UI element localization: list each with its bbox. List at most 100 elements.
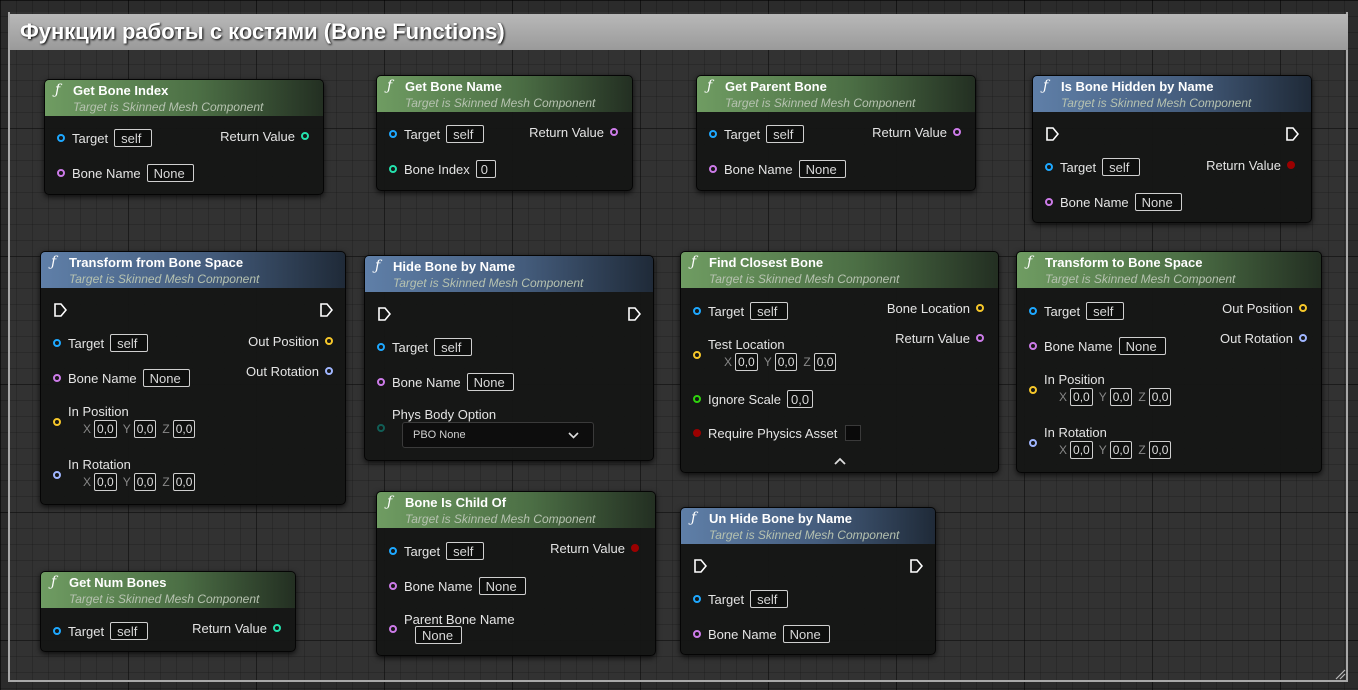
return-value-pin-row[interactable]: Return Value: [192, 617, 281, 639]
parent-bone-name-pin[interactable]: [389, 625, 397, 633]
bone-name-pin[interactable]: [693, 630, 701, 638]
require-physics-asset-pin[interactable]: [693, 429, 701, 437]
comment-title[interactable]: Функции работы с костями (Bone Functions…: [10, 14, 1348, 50]
bone-name-pin[interactable]: [53, 374, 61, 382]
target-field[interactable]: self: [446, 125, 485, 143]
in-position-pin[interactable]: [1029, 386, 1037, 394]
target-pin[interactable]: [53, 339, 61, 347]
out-rotation-pin-row[interactable]: Out Rotation: [246, 360, 333, 382]
return-value-pin[interactable]: [1287, 161, 1295, 169]
bone-name-pin[interactable]: [1029, 342, 1037, 350]
out-position-pin-row[interactable]: Out Position: [1222, 297, 1307, 319]
out-rotation-pin-row[interactable]: Out Rotation: [1220, 327, 1307, 349]
bone-name-pin-row[interactable]: Bone Name None: [693, 623, 830, 645]
return-value-pin[interactable]: [953, 128, 961, 136]
out-rotation-pin[interactable]: [1299, 334, 1307, 342]
target-field[interactable]: self: [750, 302, 789, 320]
out-position-pin[interactable]: [1299, 304, 1307, 312]
node-find-closest-bone[interactable]: ƒ Find Closest Bone Target is Skinned Me…: [680, 251, 999, 473]
target-pin-row[interactable]: Target self: [693, 588, 789, 610]
target-pin[interactable]: [389, 130, 397, 138]
bone-name-pin-row[interactable]: Bone Name None: [389, 575, 526, 597]
ignore-scale-pin[interactable]: [693, 395, 701, 403]
bone-name-pin-row[interactable]: Bone Name None: [1029, 335, 1166, 357]
target-field[interactable]: self: [766, 125, 805, 143]
in-position-pin[interactable]: [53, 418, 61, 426]
in-rotation-x-field[interactable]: 0,0: [1070, 441, 1093, 459]
bone-name-field[interactable]: None: [798, 160, 846, 178]
in-position-y-field[interactable]: 0,0: [1109, 388, 1133, 406]
return-value-pin-row[interactable]: Return Value: [895, 327, 984, 349]
bone-index-pin-row[interactable]: Bone Index 0: [389, 158, 496, 180]
node-get-parent-bone[interactable]: ƒ Get Parent Bone Target is Skinned Mesh…: [696, 75, 976, 191]
target-field[interactable]: self: [1102, 158, 1141, 176]
require-physics-asset-pin-row[interactable]: Require Physics Asset: [693, 422, 862, 444]
node-get-num-bones[interactable]: ƒ Get Num Bones Target is Skinned Mesh C…: [40, 571, 296, 652]
in-rotation-pin[interactable]: [1029, 439, 1037, 447]
target-field[interactable]: self: [446, 542, 485, 560]
target-field[interactable]: self: [110, 622, 149, 640]
bone-location-pin-row[interactable]: Bone Location: [887, 297, 984, 319]
blueprint-graph[interactable]: Функции работы с костями (Bone Functions…: [0, 0, 1358, 690]
return-value-pin-row[interactable]: Return Value: [1206, 154, 1295, 176]
bone-index-pin[interactable]: [389, 165, 397, 173]
exec-in-pin-icon[interactable]: [1045, 126, 1059, 142]
test-location-y-field[interactable]: 0,0: [774, 353, 798, 371]
in-position-y-field[interactable]: 0,0: [133, 420, 157, 438]
target-pin[interactable]: [1029, 307, 1037, 315]
target-pin[interactable]: [1045, 163, 1053, 171]
in-rotation-z-field[interactable]: 0,0: [1148, 441, 1172, 459]
in-position-x-field[interactable]: 0,0: [1070, 388, 1093, 406]
return-value-pin[interactable]: [976, 334, 984, 342]
chevron-up-icon[interactable]: [834, 457, 846, 465]
return-value-pin[interactable]: [301, 132, 309, 140]
in-rotation-y-field[interactable]: 0,0: [133, 473, 157, 491]
bone-name-pin-row[interactable]: Bone Name None: [57, 162, 194, 184]
target-field[interactable]: self: [114, 129, 153, 147]
out-position-pin[interactable]: [325, 337, 333, 345]
target-pin-row[interactable]: Target self: [53, 332, 149, 354]
parent-bone-name-field[interactable]: None: [415, 626, 462, 644]
return-value-pin-row[interactable]: Return Value: [550, 537, 639, 559]
target-pin[interactable]: [693, 595, 701, 603]
ignore-scale-pin-row[interactable]: Ignore Scale 0,0: [693, 388, 814, 410]
target-field[interactable]: self: [750, 590, 789, 608]
target-pin-row[interactable]: Target self: [389, 123, 485, 145]
node-get-bone-index[interactable]: ƒ Get Bone Index Target is Skinned Mesh …: [44, 79, 324, 195]
bone-index-field[interactable]: 0: [475, 160, 496, 178]
out-position-pin-row[interactable]: Out Position: [248, 330, 333, 352]
in-rotation-x-field[interactable]: 0,0: [94, 473, 117, 491]
in-position-x-field[interactable]: 0,0: [94, 420, 117, 438]
test-location-x-field[interactable]: 0,0: [735, 353, 758, 371]
bone-name-field[interactable]: None: [1118, 337, 1166, 355]
bone-name-field[interactable]: None: [1134, 193, 1182, 211]
bone-name-pin-row[interactable]: Bone Name None: [53, 367, 190, 389]
ignore-scale-field[interactable]: 0,0: [787, 390, 814, 408]
target-pin-row[interactable]: Target self: [53, 620, 149, 642]
bone-name-pin[interactable]: [389, 582, 397, 590]
exec-out-pin-icon[interactable]: [1285, 126, 1299, 142]
bone-name-pin-row[interactable]: Bone Name None: [709, 158, 846, 180]
node-transform-to-bone-space[interactable]: ƒ Transform to Bone Space Target is Skin…: [1016, 251, 1322, 473]
target-pin-row[interactable]: Target self: [1029, 300, 1125, 322]
bone-name-pin[interactable]: [57, 169, 65, 177]
target-pin-row[interactable]: Target self: [693, 300, 789, 322]
target-pin-row[interactable]: Target self: [709, 123, 805, 145]
target-pin[interactable]: [57, 134, 65, 142]
exec-out-pin-icon[interactable]: [909, 558, 923, 574]
in-position-z-field[interactable]: 0,0: [1148, 388, 1172, 406]
bone-name-pin[interactable]: [377, 378, 385, 386]
node-is-bone-hidden-by-name[interactable]: ƒ Is Bone Hidden by Name Target is Skinn…: [1032, 75, 1312, 223]
target-field[interactable]: self: [110, 334, 149, 352]
target-pin[interactable]: [389, 547, 397, 555]
bone-name-pin-row[interactable]: Bone Name None: [1045, 191, 1182, 213]
phys-body-option-dropdown[interactable]: PBO None: [402, 422, 594, 448]
bone-name-pin[interactable]: [1045, 198, 1053, 206]
target-field[interactable]: self: [434, 338, 473, 356]
target-pin-row[interactable]: Target self: [389, 540, 485, 562]
bone-name-field[interactable]: None: [142, 369, 190, 387]
in-rotation-y-field[interactable]: 0,0: [1109, 441, 1133, 459]
node-hide-bone-by-name[interactable]: ƒ Hide Bone by Name Target is Skinned Me…: [364, 255, 654, 461]
target-pin[interactable]: [693, 307, 701, 315]
bone-name-field[interactable]: None: [782, 625, 830, 643]
